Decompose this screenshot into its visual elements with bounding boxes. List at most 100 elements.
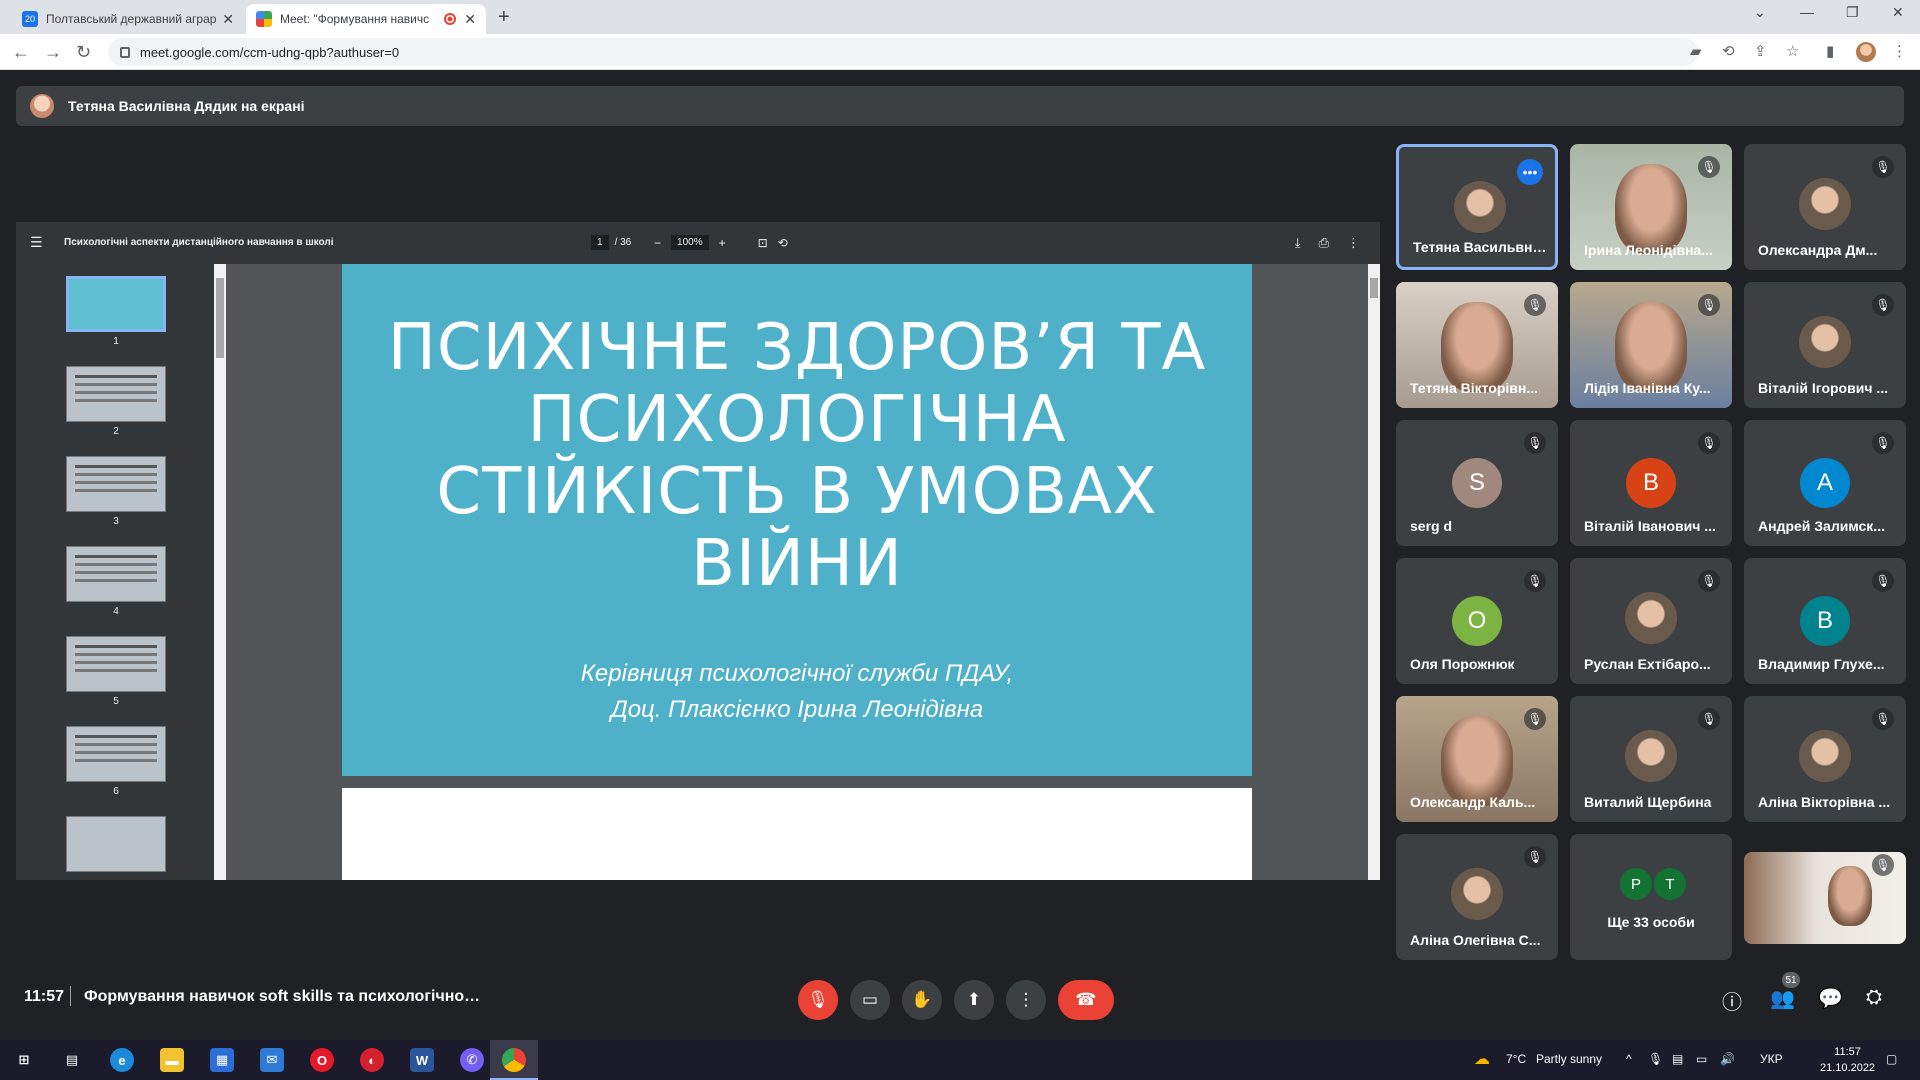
translate-icon[interactable]: ⟲ bbox=[1722, 42, 1735, 60]
zoom-out-icon[interactable]: − bbox=[654, 236, 661, 250]
fit-page-icon[interactable]: ⊡ bbox=[758, 236, 768, 250]
store-icon[interactable]: ▦ bbox=[210, 1048, 234, 1072]
camera-toggle-button[interactable]: ▭ bbox=[850, 980, 890, 1020]
side-panel-icon[interactable]: ▮ bbox=[1826, 42, 1834, 60]
participant-video bbox=[1615, 302, 1687, 392]
minimize-button[interactable]: — bbox=[1800, 4, 1814, 20]
participant-tile[interactable]: 🎙 Віталій Ігорович ... bbox=[1744, 282, 1906, 408]
url-field[interactable]: meet.google.com/ccm-udng-qpb?authuser=0 bbox=[108, 38, 1698, 66]
browser-tab-meet[interactable]: Meet: "Формування навичс ✕ bbox=[246, 4, 486, 34]
participant-tile[interactable]: 🎙 Виталий Щербина bbox=[1570, 696, 1732, 822]
bookmark-star-icon[interactable]: ☆ bbox=[1786, 42, 1799, 60]
browser-tab-pdau[interactable]: 20 Полтавський державний аграр ✕ bbox=[12, 4, 244, 34]
browser-menu-icon[interactable]: ⋮ bbox=[1892, 42, 1907, 60]
zoom-in-icon[interactable]: + bbox=[719, 236, 726, 250]
forward-arrow-icon[interactable]: → bbox=[44, 42, 62, 63]
thumbnail-scrollbar[interactable] bbox=[214, 264, 226, 880]
thumbnail-page[interactable] bbox=[66, 546, 166, 602]
participant-tile[interactable]: О 🎙 Оля Порожнюк bbox=[1396, 558, 1558, 684]
thumbnail-page[interactable] bbox=[66, 276, 166, 332]
more-options-icon[interactable]: ⋮ bbox=[1347, 235, 1360, 251]
activities-icon[interactable]: ⛭ bbox=[1866, 986, 1882, 1009]
chrome-icon[interactable] bbox=[502, 1048, 526, 1072]
menu-icon[interactable]: ☰ bbox=[30, 234, 43, 251]
raise-hand-button[interactable]: ✋ bbox=[902, 980, 942, 1020]
network-icon[interactable]: ▤ bbox=[1672, 1052, 1683, 1066]
rotate-icon[interactable]: ⟲ bbox=[778, 236, 788, 250]
participant-tile[interactable]: 🎙 Олександра Дм... bbox=[1744, 144, 1906, 270]
more-options-icon[interactable]: ••• bbox=[1517, 159, 1543, 185]
close-window-button[interactable]: ✕ bbox=[1892, 4, 1904, 21]
participant-name: Олександр Каль... bbox=[1410, 794, 1536, 810]
file-explorer-icon[interactable]: ▬ bbox=[160, 1048, 184, 1072]
new-tab-button[interactable]: + bbox=[498, 6, 510, 29]
tab-search-icon[interactable]: ⌄ bbox=[1754, 4, 1766, 21]
thumbnail-page[interactable] bbox=[66, 636, 166, 692]
task-view-icon[interactable]: ▤ bbox=[60, 1048, 84, 1072]
mic-toggle-button[interactable]: 🎙 bbox=[798, 980, 838, 1020]
people-icon[interactable]: 👥 bbox=[1770, 986, 1795, 1011]
notifications-icon[interactable]: ▢ bbox=[1886, 1052, 1897, 1066]
weather-text[interactable]: Partly sunny bbox=[1536, 1052, 1602, 1066]
thumbnail-page[interactable] bbox=[66, 456, 166, 512]
main-scrollbar[interactable] bbox=[1368, 264, 1380, 880]
chat-icon[interactable]: 💬 bbox=[1818, 986, 1843, 1011]
participant-tile[interactable]: В 🎙 Владимир Глухе... bbox=[1744, 558, 1906, 684]
shared-screen[interactable]: ☰ Психологічні аспекти дистанційного нав… bbox=[16, 222, 1380, 880]
app-icon[interactable]: ◐ bbox=[360, 1048, 384, 1072]
opera-icon[interactable]: O bbox=[310, 1048, 334, 1072]
participant-tile[interactable]: 🎙 Аліна Вікторівна ... bbox=[1744, 696, 1906, 822]
mail-icon[interactable]: ✉ bbox=[260, 1048, 284, 1072]
participant-tile[interactable]: S 🎙 serg d bbox=[1396, 420, 1558, 546]
next-page bbox=[342, 788, 1252, 880]
battery-icon[interactable]: ▭ bbox=[1696, 1052, 1707, 1066]
self-view-tile[interactable]: 🎙 bbox=[1744, 852, 1906, 944]
participant-tile[interactable]: В 🎙 Віталій Іванович ... bbox=[1570, 420, 1732, 546]
leave-call-button[interactable]: ☎ bbox=[1058, 980, 1114, 1020]
participant-tile[interactable]: 🎙 Олександр Каль... bbox=[1396, 696, 1558, 822]
participant-tile[interactable]: 🎙 Аліна Олегівна С... bbox=[1396, 834, 1558, 960]
presenter-avatar bbox=[30, 94, 54, 118]
profile-avatar[interactable] bbox=[1856, 42, 1876, 62]
participant-tile[interactable]: 🎙 Тетяна Вікторівн... bbox=[1396, 282, 1558, 408]
close-tab-icon[interactable]: ✕ bbox=[222, 11, 234, 28]
thumbnail-page[interactable] bbox=[66, 726, 166, 782]
restore-button[interactable]: ❐ bbox=[1846, 4, 1859, 21]
participant-tile[interactable]: 🎙 Лідія Іванівна Ку... bbox=[1570, 282, 1732, 408]
participant-tile[interactable]: ••• Тетяна Васильвна... bbox=[1396, 144, 1558, 270]
tab-title: Meet: "Формування навичс bbox=[280, 12, 430, 26]
thumbnail-page[interactable] bbox=[66, 366, 166, 422]
more-options-button[interactable]: ⋮ bbox=[1006, 980, 1046, 1020]
zoom-controls: − 100% + ⊡ ⟲ bbox=[654, 235, 788, 250]
participant-tile[interactable]: 🎙 Ірина Леонідівна... bbox=[1570, 144, 1732, 270]
volume-icon[interactable]: 🔊 bbox=[1720, 1052, 1735, 1066]
participant-tile[interactable]: 🎙 Руслан Ехтібаро... bbox=[1570, 558, 1732, 684]
camera-in-use-icon[interactable]: ▰ bbox=[1690, 42, 1702, 60]
word-icon[interactable]: W bbox=[410, 1048, 434, 1072]
participant-tile[interactable]: А 🎙 Андрей Залимск... bbox=[1744, 420, 1906, 546]
weather-icon: ☁ bbox=[1474, 1051, 1490, 1068]
page-current-input[interactable]: 1 bbox=[591, 235, 609, 250]
mic-tray-icon[interactable]: 🎙 bbox=[1648, 1052, 1663, 1066]
present-button[interactable]: ⬆ bbox=[954, 980, 994, 1020]
more-participants-tile[interactable]: P T Ще 33 особи bbox=[1570, 834, 1732, 960]
zoom-level[interactable]: 100% bbox=[671, 235, 709, 250]
viber-icon[interactable]: ✆ bbox=[460, 1048, 484, 1072]
weather-temp[interactable]: 7°C bbox=[1506, 1052, 1526, 1066]
thumbnail-page[interactable] bbox=[66, 816, 166, 872]
print-icon[interactable]: ⎙ bbox=[1319, 235, 1329, 251]
windows-start-icon[interactable]: ⊞ bbox=[12, 1048, 36, 1072]
close-tab-icon[interactable]: ✕ bbox=[464, 11, 476, 28]
edge-icon[interactable]: e bbox=[110, 1048, 134, 1072]
back-arrow-icon[interactable]: ← bbox=[12, 42, 30, 63]
meeting-title: Формування навичок soft skills та психол… bbox=[84, 988, 484, 1005]
participant-name: Андрей Залимск... bbox=[1758, 518, 1885, 534]
mic-off-icon: 🎙 bbox=[1524, 708, 1546, 730]
system-clock[interactable]: 11:57 21.10.2022 bbox=[1820, 1044, 1875, 1076]
language-indicator[interactable]: УКР bbox=[1760, 1052, 1783, 1066]
reload-icon[interactable]: ↻ bbox=[76, 42, 91, 63]
share-icon[interactable]: ⇪ bbox=[1754, 42, 1767, 60]
download-icon[interactable]: ⤓ bbox=[1295, 235, 1301, 251]
meeting-info-icon[interactable]: ⓘ bbox=[1722, 986, 1742, 1015]
tray-chevron-icon[interactable]: ^ bbox=[1626, 1052, 1632, 1066]
